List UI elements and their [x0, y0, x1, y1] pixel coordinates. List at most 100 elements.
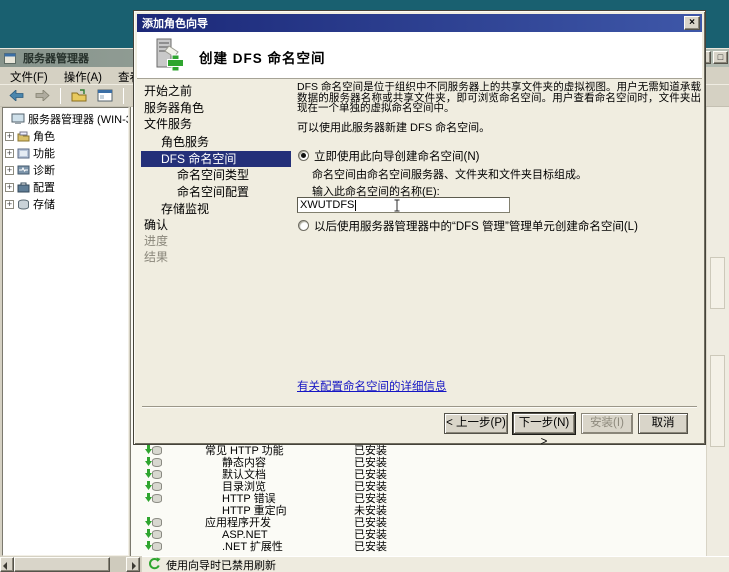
console-tree-panel: 服务器管理器 (WIN-357PEOHVC + 角色 + 功能 +	[2, 107, 129, 556]
installed-icon	[143, 541, 163, 555]
expand-plus-icon[interactable]: +	[5, 165, 14, 175]
wizard-nav-confirmation[interactable]: 确认	[144, 218, 168, 233]
cancel-button[interactable]: 取消	[638, 413, 688, 434]
role-service-row: .NET 扩展性 已安装	[131, 541, 729, 553]
wizard-nav-before-you-begin[interactable]: 开始之前	[144, 84, 192, 99]
expand-plus-icon[interactable]: +	[5, 131, 14, 141]
role-service-label: 默认文档	[222, 469, 266, 481]
role-service-status: 已安装	[354, 445, 387, 457]
folder-icon[interactable]	[68, 86, 90, 106]
maximize-icon[interactable]: □	[713, 51, 728, 64]
expand-plus-icon[interactable]: +	[5, 182, 14, 192]
wizard-nav-storage-monitoring[interactable]: 存储监视	[161, 202, 209, 217]
menu-file[interactable]: 文件(F)	[2, 67, 56, 84]
storage-icon	[17, 199, 30, 210]
configuration-icon	[17, 182, 30, 193]
wizard-nav-dfs-namespaces[interactable]: DFS 命名空间	[161, 152, 236, 167]
role-service-label: 静态内容	[222, 457, 266, 469]
dfs-create-paragraph: 可以使用此服务器新建 DFS 命名空间。	[297, 122, 491, 134]
menu-action[interactable]: 操作(A)	[56, 67, 110, 84]
tree-item-label: 功能	[33, 148, 55, 160]
install-button[interactable]: 安装(I)	[581, 413, 633, 434]
tree-root-label: 服务器管理器 (WIN-357PEOHVC	[28, 114, 128, 126]
scrollbar-thumb[interactable]	[710, 355, 725, 447]
tree-item-roles[interactable]: + 角色	[5, 128, 55, 144]
radio1-description: 命名空间由命名空间服务器、文件夹和文件夹目标组成。	[312, 169, 587, 181]
namespace-name-input[interactable]: XWUTDFS	[297, 197, 510, 213]
scroll-left-button[interactable]	[0, 557, 14, 572]
role-service-status: 已安装	[354, 457, 387, 469]
console-window-icon[interactable]	[94, 86, 116, 106]
role-service-label: 应用程序开发	[205, 517, 271, 529]
wizard-nav-namespace-type[interactable]: 命名空间类型	[177, 168, 249, 183]
server-manager-app-icon	[4, 52, 16, 64]
tree-item-storage[interactable]: + 存储	[5, 196, 55, 212]
tree-item-diagnostics[interactable]: + 诊断	[5, 162, 55, 178]
right-panel-strip	[706, 107, 729, 556]
computer-icon	[11, 113, 25, 125]
button-separator	[142, 406, 697, 408]
next-button[interactable]: 下一步(N) >	[512, 412, 576, 448]
radio-create-namespace-later[interactable]	[298, 220, 309, 231]
ibeam-cursor	[393, 199, 401, 215]
role-service-label: HTTP 错误	[222, 493, 276, 505]
scroll-right-button[interactable]	[126, 557, 140, 572]
role-service-status: 已安装	[354, 517, 387, 529]
window-title: 服务器管理器	[23, 53, 89, 65]
scrollbar-thumb[interactable]	[14, 557, 110, 572]
forward-arrow-icon[interactable]	[31, 86, 53, 106]
roles-icon	[17, 131, 30, 142]
back-button[interactable]: < 上一步(P)	[444, 413, 508, 434]
status-bar-text: 使用向导时已禁用刷新	[166, 560, 276, 572]
radio-create-namespace-now[interactable]	[298, 150, 309, 161]
tree-item-label: 诊断	[33, 165, 55, 177]
role-service-row: ASP.NET 已安装	[131, 529, 729, 541]
role-service-label: .NET 扩展性	[222, 541, 283, 553]
text-caret	[355, 199, 357, 211]
role-service-label: ASP.NET	[222, 529, 268, 541]
role-service-status: 已安装	[354, 541, 387, 553]
radio-create-namespace-later-label[interactable]: 以后使用服务器管理器中的“DFS 管理”管理单元创建命名空间(L)	[314, 218, 638, 234]
namespace-info-link[interactable]: 有关配置命名空间的详细信息	[297, 378, 447, 394]
tree-item-label: 配置	[33, 182, 55, 194]
toolbar-separator	[60, 87, 61, 104]
wizard-nav-file-services[interactable]: 文件服务	[144, 117, 192, 132]
wizard-nav-server-roles[interactable]: 服务器角色	[144, 101, 204, 116]
role-service-row: 应用程序开发 已安装	[131, 517, 729, 529]
back-arrow-icon[interactable]	[5, 86, 27, 106]
add-roles-wizard-dialog: 添加角色向导 × 创建 DFS 命名空间 开始之前 服务器角色 文件服务 角色服…	[133, 10, 706, 448]
expand-plus-icon[interactable]: +	[5, 199, 14, 209]
status-bar: 使用向导时已禁用刷新	[142, 556, 729, 572]
dialog-title: 添加角色向导	[142, 18, 208, 30]
role-service-row: 默认文档 已安装	[131, 469, 729, 481]
close-icon[interactable]: ×	[684, 16, 700, 30]
namespace-name-value: XWUTDFS	[300, 198, 355, 211]
role-service-status: 已安装	[354, 493, 387, 505]
toolbar-separator	[123, 87, 124, 104]
wizard-nav-progress: 进度	[144, 234, 169, 248]
tree-item-configuration[interactable]: + 配置	[5, 179, 55, 195]
tree-root-server-manager[interactable]: 服务器管理器 (WIN-357PEOHVC	[11, 111, 128, 127]
role-service-label: 目录浏览	[222, 481, 266, 493]
tree-horizontal-scrollbar[interactable]	[0, 557, 141, 572]
wizard-nav-namespace-config[interactable]: 命名空间配置	[177, 185, 249, 200]
tree-item-features[interactable]: + 功能	[5, 145, 55, 161]
wizard-header: 创建 DFS 命名空间	[137, 32, 702, 79]
role-service-row: 常见 HTTP 功能 已安装	[131, 445, 729, 457]
scrollbar-thumb[interactable]	[710, 257, 725, 309]
diagnostics-icon	[17, 165, 30, 176]
role-service-label: 常见 HTTP 功能	[205, 445, 284, 457]
radio-create-namespace-now-label[interactable]: 立即使用此向导创建命名空间(N)	[314, 148, 479, 164]
server-add-icon	[150, 37, 186, 76]
dialog-titlebar: 添加角色向导 ×	[137, 14, 702, 32]
expand-plus-icon[interactable]: +	[5, 148, 14, 158]
role-service-row: HTTP 错误 已安装	[131, 493, 729, 505]
dfs-intro-paragraph: DFS 命名空间是位于组织中不同服务器上的共享文件夹的虚拟视图。用户无需知道承载…	[297, 81, 701, 114]
wizard-page-title: 创建 DFS 命名空间	[199, 51, 326, 66]
role-service-row: 目录浏览 已安装	[131, 481, 729, 493]
wizard-nav-role-services[interactable]: 角色服务	[161, 135, 209, 150]
role-service-status: 未安装	[354, 505, 387, 517]
role-service-row: 静态内容 已安装	[131, 457, 729, 469]
role-service-label: HTTP 重定向	[222, 505, 287, 517]
desktop: 服务器管理器 _ □ 文件(F) 操作(A) 查看(V) 帮助(H)	[0, 0, 729, 572]
